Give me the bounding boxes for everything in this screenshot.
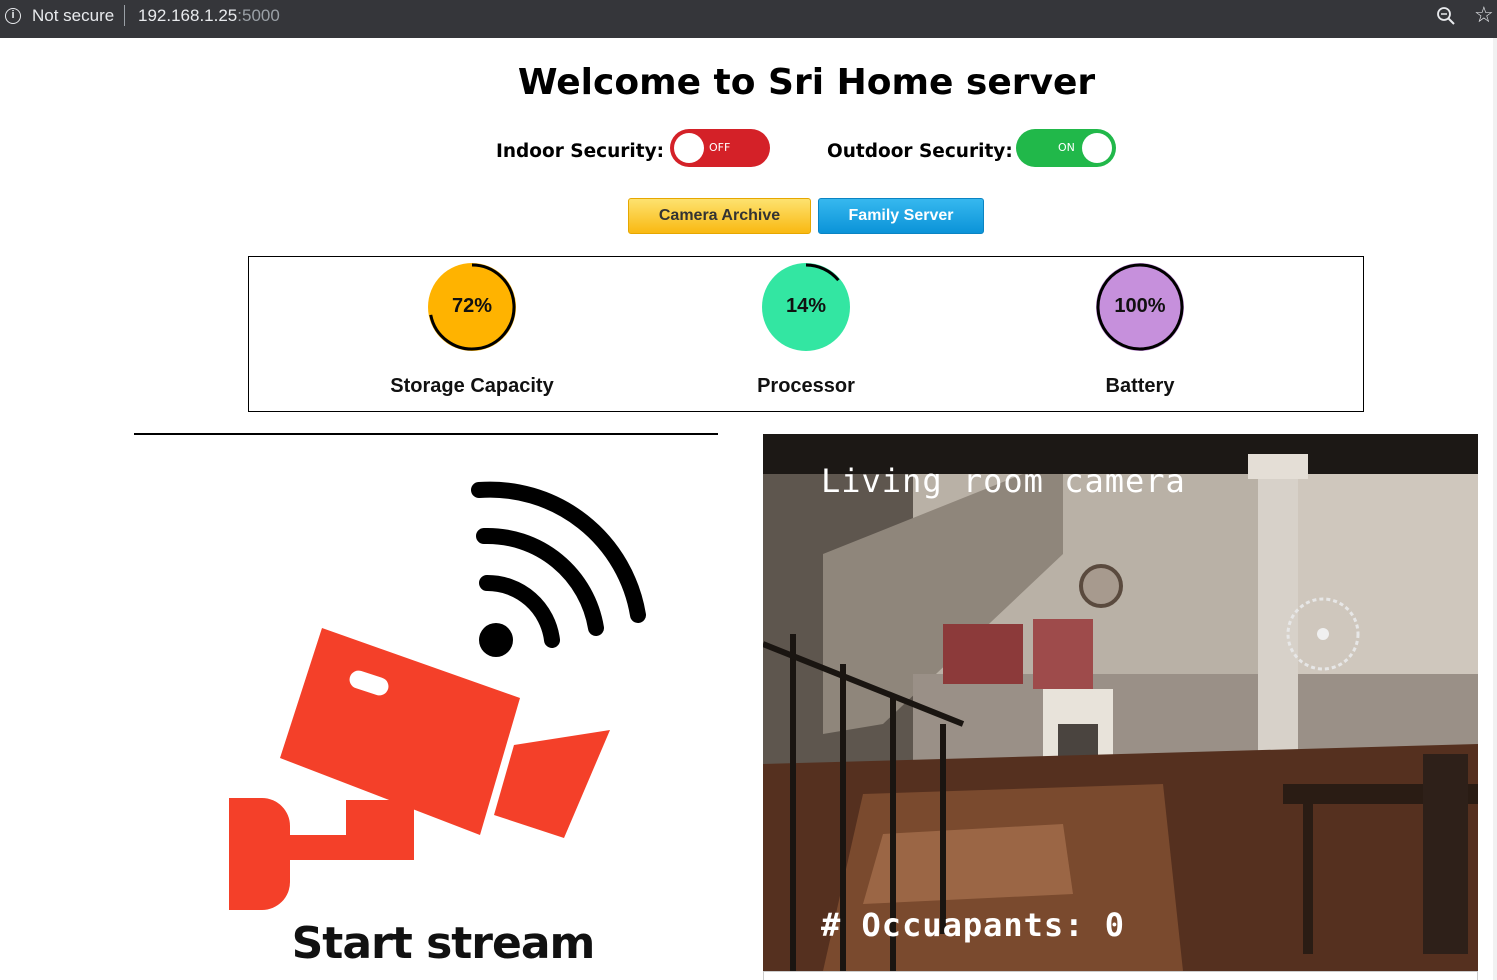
scrollbar[interactable]	[1493, 38, 1497, 980]
page-title: Welcome to Sri Home server	[517, 62, 1096, 103]
security-status[interactable]: Not secure	[32, 6, 114, 26]
url-field[interactable]: 192.168.1.25:5000	[138, 6, 280, 26]
info-icon[interactable]: i	[5, 8, 21, 24]
indoor-security-label: Indoor Security:	[496, 141, 665, 162]
browser-address-bar: i Not secure 192.168.1.25:5000 ☆	[0, 0, 1497, 38]
outdoor-security-label: Outdoor Security:	[827, 141, 1013, 162]
url-port: :5000	[237, 6, 280, 25]
camera-feed-image	[763, 434, 1478, 971]
stat-storage-capacity: 72% Storage Capacity	[322, 257, 622, 411]
address-separator	[124, 5, 125, 26]
system-stats-panel: 72% Storage Capacity 14% Processor 100% …	[248, 256, 1364, 412]
outdoor-security-toggle[interactable]: ON	[1016, 129, 1116, 167]
camera-archive-button[interactable]: Camera Archive	[628, 198, 811, 234]
indoor-security-toggle[interactable]: OFF	[670, 129, 770, 167]
url-host: 192.168.1.25	[138, 6, 238, 25]
stat-label: Battery	[1105, 375, 1175, 397]
toggle-state-text: ON	[1058, 141, 1075, 154]
toggle-state-text: OFF	[709, 141, 731, 154]
toggle-knob	[674, 133, 704, 163]
section-divider	[134, 433, 718, 435]
family-server-button[interactable]: Family Server	[818, 198, 984, 234]
security-camera-wifi-icon[interactable]	[134, 440, 718, 980]
living-room-camera-feed[interactable]: Living room camera # Occuapants: 0	[763, 434, 1478, 971]
stat-label: Storage Capacity	[390, 375, 554, 397]
stat-battery: 100% Battery	[990, 257, 1290, 411]
start-stream-label[interactable]: Start stream	[134, 918, 752, 969]
zoom-icon[interactable]	[1436, 6, 1456, 26]
occupant-count: # Occuapants: 0	[821, 906, 1125, 944]
camera-frame-bottom	[763, 971, 1478, 980]
stat-label: Processor	[757, 375, 855, 397]
gauge-value: 14%	[785, 295, 827, 317]
toggle-knob	[1082, 133, 1112, 163]
bookmark-star-icon[interactable]: ☆	[1474, 2, 1494, 28]
stat-processor: 14% Processor	[656, 257, 956, 411]
camera-title: Living room camera	[821, 462, 1186, 500]
gauge-value: 72%	[451, 295, 493, 317]
gauge-value: 100%	[1114, 295, 1166, 317]
